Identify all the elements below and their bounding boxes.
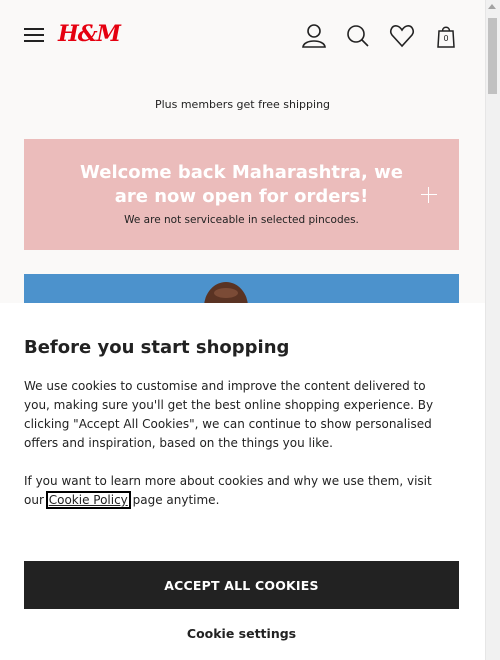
scroll-up-arrow-icon[interactable] [488, 4, 496, 9]
banner-title: Welcome back Maharashtra, we are now ope… [80, 162, 403, 207]
cookie-paragraph-2: If you want to learn more about cookies … [24, 472, 454, 510]
account-icon[interactable] [300, 22, 328, 50]
search-icon[interactable] [344, 22, 372, 50]
cookie-settings-button[interactable]: Cookie settings [24, 621, 459, 645]
site-header: H&M 0 [0, 0, 485, 72]
cookie-consent-panel: Before you start shopping We use cookies… [0, 303, 485, 660]
cart-count-badge: 0 [443, 34, 449, 43]
cookie-description: We use cookies to customise and improve … [24, 377, 454, 510]
bag-icon[interactable]: 0 [432, 22, 460, 50]
cookie-title: Before you start shopping [24, 337, 290, 358]
accept-all-cookies-button[interactable]: ACCEPT ALL COOKIES [24, 561, 459, 609]
cookie-paragraph-1: We use cookies to customise and improve … [24, 379, 434, 450]
plus-icon[interactable] [421, 187, 437, 203]
promo-text[interactable]: Plus members get free shipping [0, 98, 485, 111]
hm-logo[interactable]: H&M [58, 21, 121, 51]
scroll-thumb[interactable] [488, 18, 497, 94]
banner-subtitle: We are not serviceable in selected pinco… [124, 214, 359, 226]
menu-icon[interactable] [24, 28, 44, 42]
cookie-policy-link[interactable]: Cookie Policy [45, 491, 131, 509]
page-scrollbar[interactable] [485, 0, 500, 660]
cookie-paragraph-2-suffix: page anytime. [132, 493, 220, 507]
welcome-banner[interactable]: Welcome back Maharashtra, we are now ope… [24, 139, 459, 250]
heart-icon[interactable] [388, 22, 416, 50]
